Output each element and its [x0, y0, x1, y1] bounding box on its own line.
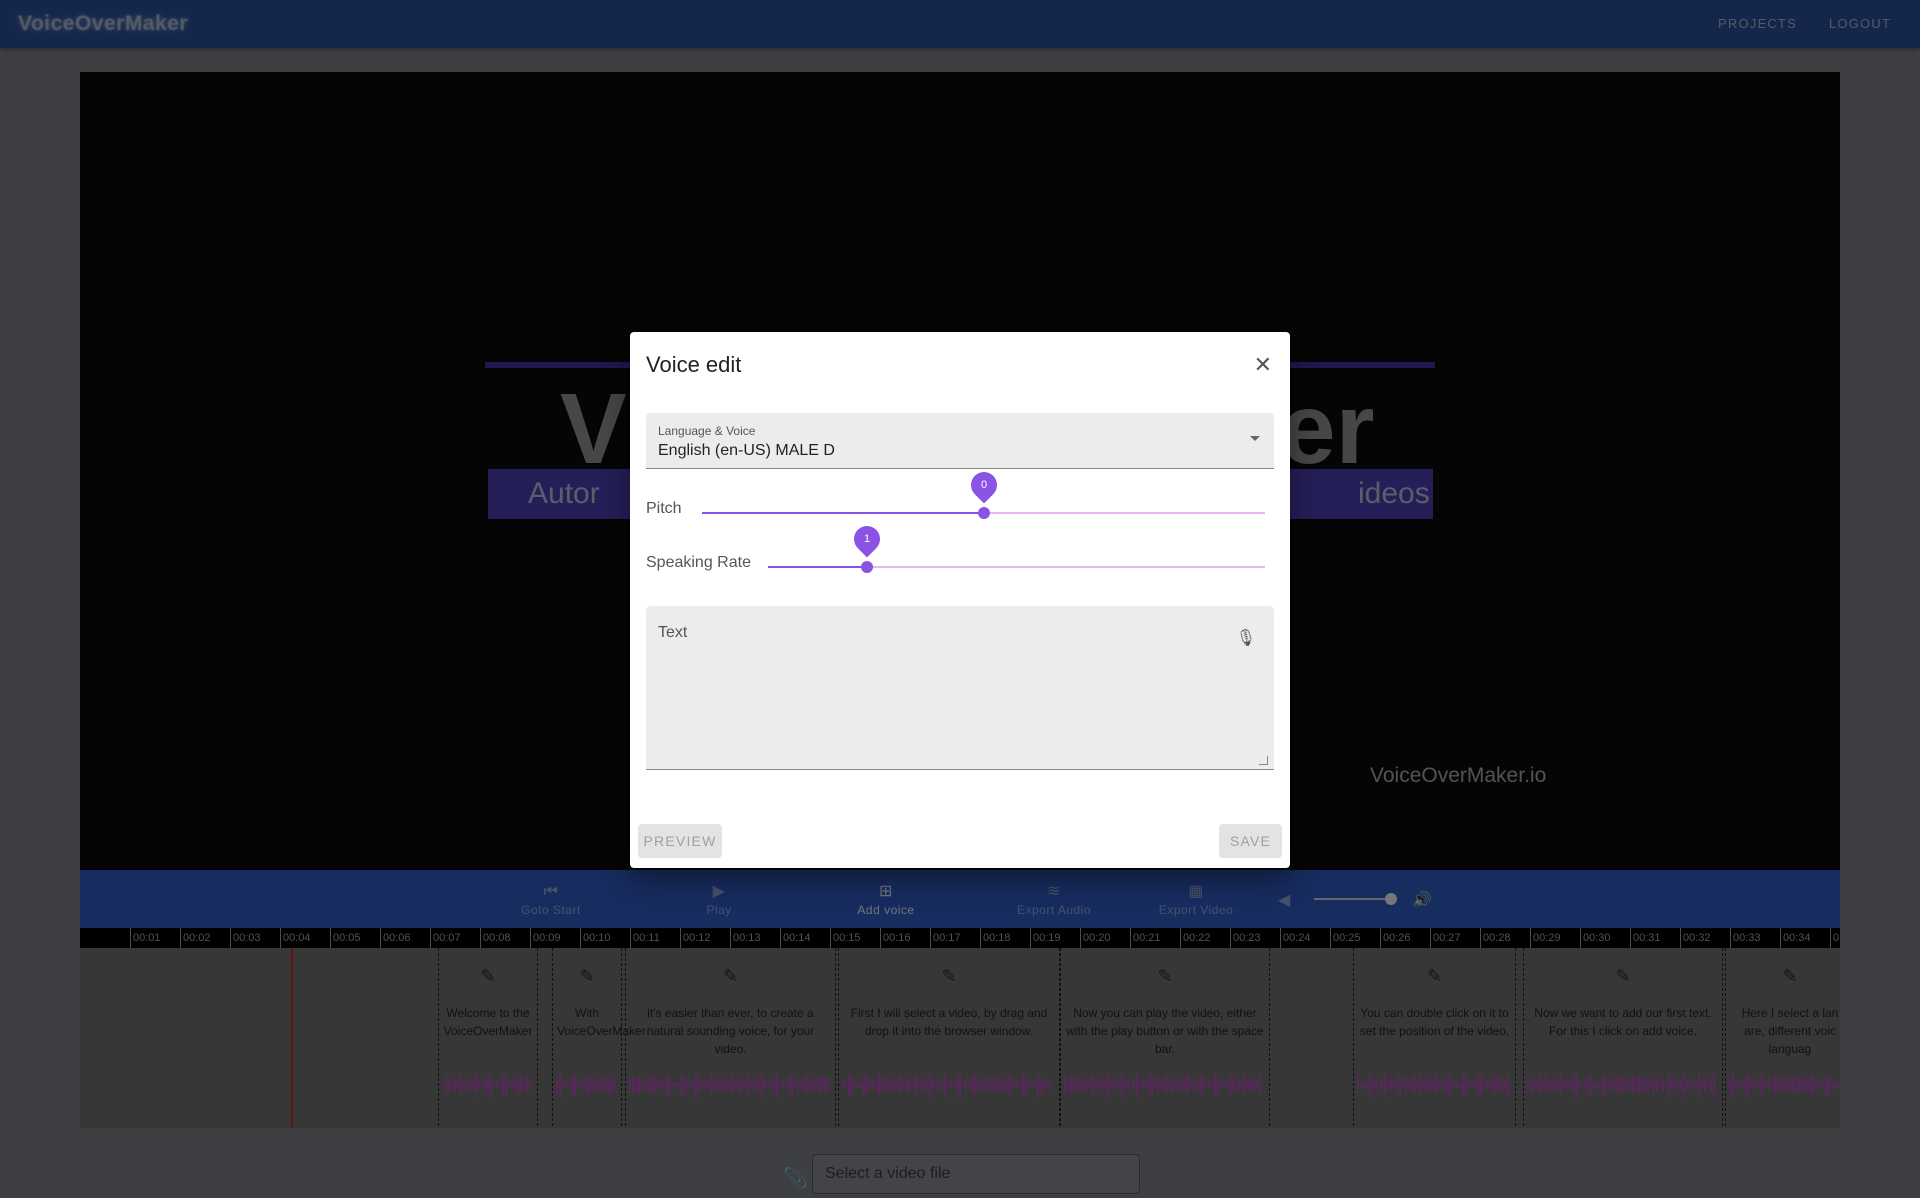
speaking-rate-value-label: 1: [848, 520, 886, 558]
pitch-value-label: 0: [965, 466, 1003, 504]
speaking-rate-value: 1: [863, 533, 871, 545]
language-voice-select[interactable]: Language & Voice English (en-US) MALE D: [646, 413, 1274, 469]
pitch-slider-track: [702, 512, 984, 514]
speaking-rate-slider-thumb[interactable]: [861, 561, 873, 573]
resize-handle[interactable]: [1259, 756, 1268, 765]
pitch-value: 0: [980, 479, 988, 491]
mic-off-icon[interactable]: 🎙: [1236, 628, 1256, 648]
close-icon[interactable]: ✕: [1254, 352, 1272, 378]
voice-text-input[interactable]: Text 🎙: [646, 606, 1274, 770]
language-voice-label: Language & Voice: [658, 424, 756, 438]
voice-edit-dialog: Voice edit ✕ Language & Voice English (e…: [630, 332, 1290, 868]
pitch-label: Pitch: [646, 500, 682, 517]
text-label: Text: [658, 624, 688, 641]
language-voice-value: English (en-US) MALE D: [658, 442, 835, 459]
speaking-rate-label: Speaking Rate: [646, 554, 751, 571]
dialog-title: Voice edit: [646, 352, 742, 377]
speaking-rate-slider-track: [768, 566, 867, 568]
dropdown-arrow-icon: [1250, 436, 1260, 441]
save-button[interactable]: SAVE: [1219, 824, 1282, 858]
pitch-slider-thumb[interactable]: [978, 507, 990, 519]
preview-button[interactable]: PREVIEW: [638, 824, 722, 858]
